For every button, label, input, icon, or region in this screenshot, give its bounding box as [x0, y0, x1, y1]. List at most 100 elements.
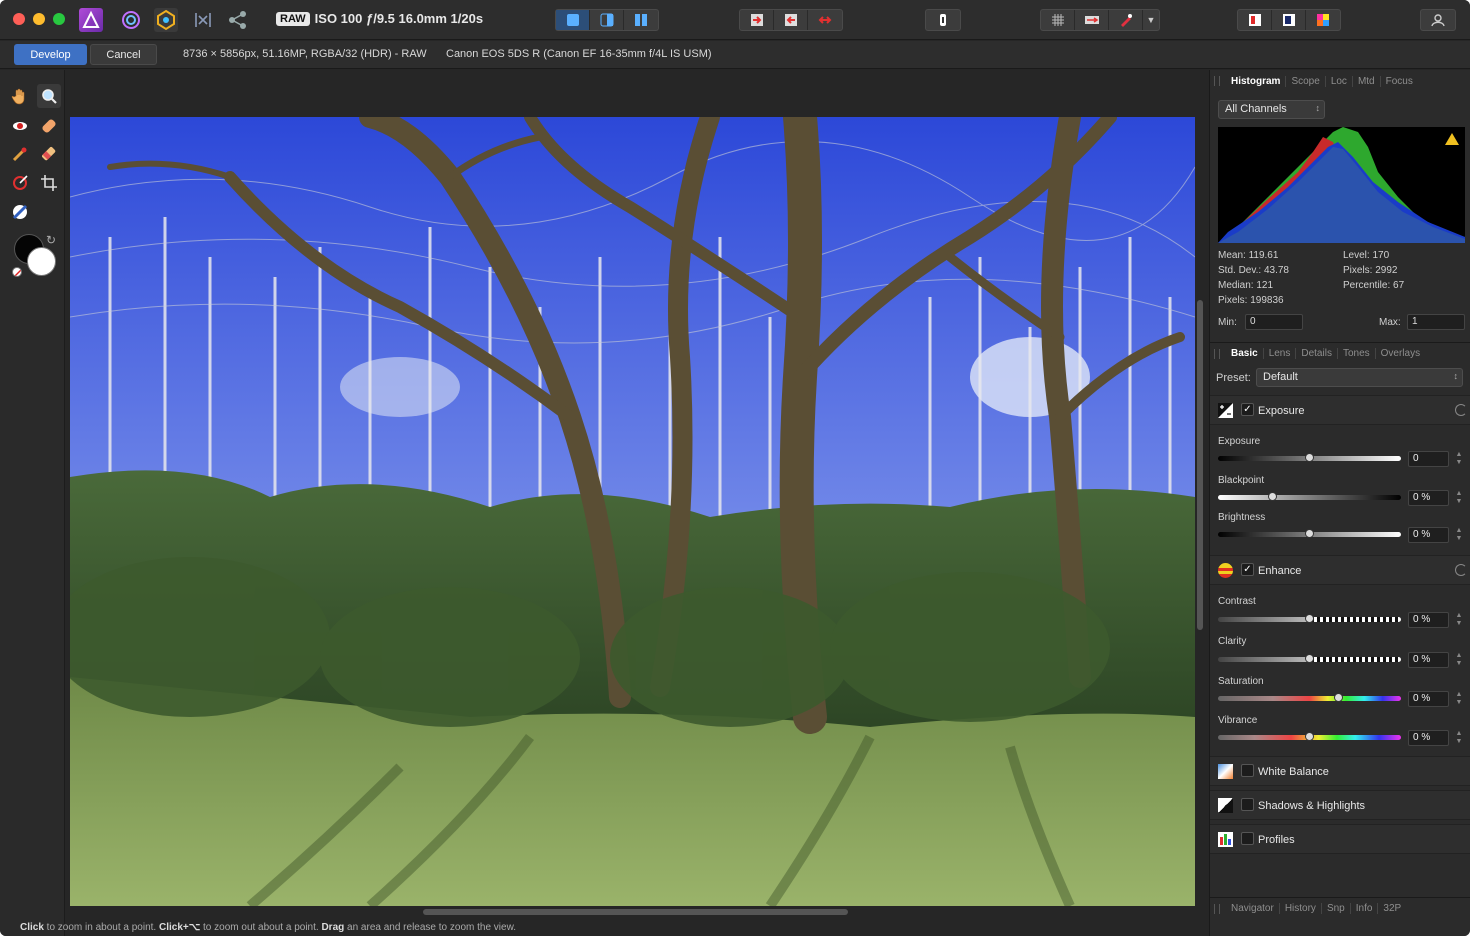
- max-input[interactable]: 1: [1407, 314, 1465, 330]
- tab-32p[interactable]: 32P: [1378, 903, 1406, 914]
- chevron-down-icon[interactable]: ▼: [1143, 10, 1159, 30]
- saturation-slider[interactable]: [1218, 693, 1401, 702]
- split-view-icon[interactable]: [590, 10, 624, 30]
- exposure-stepper[interactable]: ▲ ▼: [1454, 451, 1464, 467]
- blackpoint-slider[interactable]: [1218, 492, 1401, 501]
- gradient-tool-icon[interactable]: [8, 171, 32, 195]
- photo-persona-icon[interactable]: [79, 8, 103, 32]
- mirror-view-icon[interactable]: [624, 10, 658, 30]
- tab-mtd[interactable]: Mtd: [1353, 75, 1381, 87]
- vibrance-knob[interactable]: [1304, 732, 1314, 741]
- exposure-enable-checkbox[interactable]: ✓: [1241, 403, 1254, 416]
- assistant-icon[interactable]: [1109, 10, 1143, 30]
- single-view-icon[interactable]: [556, 10, 590, 30]
- shadows-highlights-enable-checkbox[interactable]: [1241, 798, 1254, 811]
- brush-tool-icon[interactable]: [8, 142, 32, 166]
- enhance-reset-icon[interactable]: [1455, 564, 1467, 576]
- reset-colors-icon[interactable]: [12, 267, 22, 277]
- close-window-button[interactable]: [13, 13, 25, 25]
- brightness-stepper[interactable]: ▲ ▼: [1454, 527, 1464, 543]
- info-icon[interactable]: [926, 10, 960, 30]
- preset-select[interactable]: Default: [1256, 368, 1463, 387]
- clarity-slider[interactable]: [1218, 654, 1401, 663]
- tab-histogram[interactable]: Histogram: [1226, 75, 1287, 87]
- secondary-color-swatch[interactable]: [27, 247, 56, 276]
- drag-grip-icon[interactable]: [1214, 76, 1220, 86]
- vertical-scrollbar[interactable]: [1197, 300, 1203, 630]
- tab-tones[interactable]: Tones: [1338, 348, 1376, 359]
- saturation-stepper[interactable]: ▲ ▼: [1454, 691, 1464, 707]
- show-clipped-shadows-icon[interactable]: [774, 10, 808, 30]
- hand-tool-icon[interactable]: [8, 84, 32, 108]
- crop-tool-icon[interactable]: [37, 171, 61, 195]
- develop-persona-icon[interactable]: [154, 8, 178, 32]
- blemish-tool-icon[interactable]: [37, 114, 61, 138]
- blackpoint-knob[interactable]: [1267, 492, 1277, 501]
- minimize-window-button[interactable]: [33, 13, 45, 25]
- tab-overlays[interactable]: Overlays: [1376, 348, 1425, 359]
- red-eye-tool-icon[interactable]: [8, 114, 32, 138]
- shadows-highlights-group-header[interactable]: Shadows & Highlights: [1210, 790, 1470, 820]
- contrast-slider[interactable]: [1218, 614, 1401, 623]
- enhance-group-header[interactable]: ✓ Enhance: [1210, 555, 1470, 585]
- grid-icon[interactable]: [1041, 10, 1075, 30]
- drag-grip-icon[interactable]: [1214, 348, 1220, 359]
- cancel-button[interactable]: Cancel: [90, 44, 157, 65]
- export-persona-icon[interactable]: [226, 8, 250, 32]
- tone-mapping-persona-icon[interactable]: [191, 8, 215, 32]
- white-balance-enable-checkbox[interactable]: [1241, 764, 1254, 777]
- exposure-group-header[interactable]: ✓ Exposure: [1210, 395, 1470, 425]
- cmyk-mode-icon[interactable]: [1306, 10, 1340, 30]
- contrast-knob[interactable]: [1304, 614, 1314, 623]
- profiles-enable-checkbox[interactable]: [1241, 832, 1254, 845]
- exposure-value[interactable]: 0: [1408, 451, 1449, 467]
- zoom-window-button[interactable]: [53, 13, 65, 25]
- channel-select[interactable]: All Channels: [1218, 100, 1325, 119]
- clarity-stepper[interactable]: ▲ ▼: [1454, 652, 1464, 668]
- before-after-icon[interactable]: [1075, 10, 1109, 30]
- contrast-stepper[interactable]: ▲ ▼: [1454, 612, 1464, 628]
- lab-mode-icon[interactable]: [1272, 10, 1306, 30]
- erase-brush-tool-icon[interactable]: [37, 142, 61, 166]
- tab-basic[interactable]: Basic: [1226, 348, 1264, 359]
- exposure-slider[interactable]: [1218, 453, 1401, 462]
- swap-colors-icon[interactable]: ↻: [46, 233, 56, 247]
- vibrance-value[interactable]: 0 %: [1408, 730, 1449, 746]
- saturation-knob[interactable]: [1333, 693, 1343, 702]
- drag-grip-icon[interactable]: [1214, 903, 1220, 914]
- develop-button[interactable]: Develop: [14, 44, 87, 65]
- user-account-icon[interactable]: [1421, 10, 1455, 30]
- tab-focus[interactable]: Focus: [1381, 76, 1418, 87]
- tab-loc[interactable]: Loc: [1326, 75, 1353, 87]
- show-clipped-highlights-icon[interactable]: [740, 10, 774, 30]
- warning-icon[interactable]: [1445, 133, 1459, 145]
- clarity-value[interactable]: 0 %: [1408, 652, 1449, 668]
- blackpoint-stepper[interactable]: ▲ ▼: [1454, 490, 1464, 506]
- blackpoint-value[interactable]: 0 %: [1408, 490, 1449, 506]
- tab-scope[interactable]: Scope: [1286, 75, 1326, 87]
- min-input[interactable]: 0: [1245, 314, 1303, 330]
- exposure-knob[interactable]: [1304, 453, 1314, 462]
- photo-canvas[interactable]: [70, 117, 1195, 906]
- white-balance-group-header[interactable]: White Balance: [1210, 756, 1470, 786]
- tab-snapshots[interactable]: Snp: [1322, 903, 1351, 914]
- exposure-reset-icon[interactable]: [1455, 404, 1467, 416]
- show-clipped-tones-icon[interactable]: [808, 10, 842, 30]
- canvas-area[interactable]: [70, 70, 1195, 906]
- tab-info[interactable]: Info: [1351, 903, 1379, 914]
- profiles-group-header[interactable]: Profiles: [1210, 824, 1470, 854]
- brightness-value[interactable]: 0 %: [1408, 527, 1449, 543]
- saturation-value[interactable]: 0 %: [1408, 691, 1449, 707]
- liquify-persona-icon[interactable]: [119, 8, 143, 32]
- brightness-knob[interactable]: [1304, 529, 1314, 538]
- vibrance-slider[interactable]: [1218, 732, 1401, 741]
- horizontal-scrollbar[interactable]: [423, 909, 848, 915]
- clarity-knob[interactable]: [1304, 654, 1314, 663]
- white-balance-picker-icon[interactable]: [8, 200, 32, 224]
- tab-details[interactable]: Details: [1296, 348, 1338, 359]
- rgb-mode-icon[interactable]: [1238, 10, 1272, 30]
- tab-history[interactable]: History: [1280, 903, 1322, 914]
- enhance-enable-checkbox[interactable]: ✓: [1241, 563, 1254, 576]
- tab-lens[interactable]: Lens: [1264, 348, 1297, 359]
- brightness-slider[interactable]: [1218, 529, 1401, 538]
